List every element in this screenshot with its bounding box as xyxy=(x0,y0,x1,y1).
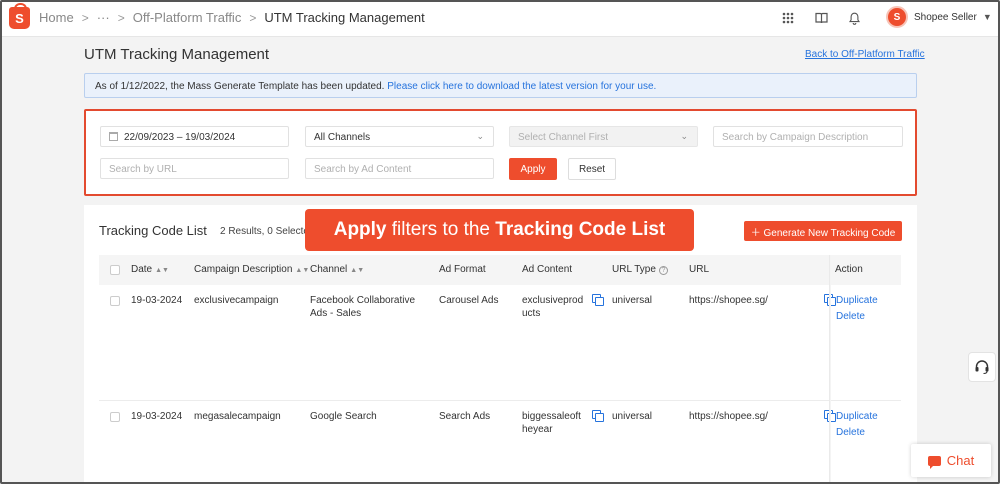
row-campaign: exclusivecampaign xyxy=(194,295,279,306)
breadcrumb-off-platform-traffic[interactable]: Off-Platform Traffic xyxy=(133,10,242,25)
column-channel[interactable]: Channel ▲▼ xyxy=(310,264,364,275)
chevron-right-icon: > xyxy=(249,10,257,25)
duplicate-link[interactable]: Duplicate xyxy=(836,410,878,423)
top-bar: S Home > ··· > Off-Platform Traffic > UT… xyxy=(0,0,1000,37)
row-checkbox[interactable] xyxy=(110,412,120,422)
table-header: Date ▲▼ Campaign Description ▲▼ Channel ▲▼ … xyxy=(99,255,901,285)
row-url: https://shopee.sg/ xyxy=(689,411,768,422)
callout-part-1: Apply xyxy=(333,219,387,240)
instruction-callout: Apply filters to the Tracking Code List xyxy=(305,209,694,251)
url-search-placeholder: Search by URL xyxy=(109,164,177,175)
headset-icon xyxy=(975,360,989,375)
channel-select[interactable]: All Channels ⌄ xyxy=(305,126,494,147)
shopee-logo[interactable]: S xyxy=(9,3,30,29)
download-template-link[interactable]: Please click here to download the latest… xyxy=(387,81,656,92)
column-ad-content: Ad Content xyxy=(522,264,573,275)
campaign-search-placeholder: Search by Campaign Description xyxy=(722,132,869,143)
banner-text: As of 1/12/2022, the Mass Generate Templ… xyxy=(95,81,388,92)
chat-icon xyxy=(927,455,941,469)
seller-avatar: S xyxy=(886,6,908,28)
support-headset-button[interactable] xyxy=(968,352,996,382)
duplicate-link[interactable]: Duplicate xyxy=(836,294,878,307)
row-url-type: universal xyxy=(612,411,653,422)
column-ad-format: Ad Format xyxy=(439,264,486,275)
plus-icon: ＋ xyxy=(750,227,764,239)
page-title: UTM Tracking Management xyxy=(84,46,270,63)
callout-part-3: Tracking Code List xyxy=(495,219,666,240)
tracking-code-list: Tracking Code List 2 Results, 0 Selected… xyxy=(84,205,917,484)
info-banner: As of 1/12/2022, the Mass Generate Templ… xyxy=(84,73,917,98)
row-date: 19-03-2024 xyxy=(131,411,183,422)
reset-button[interactable]: Reset xyxy=(568,158,616,180)
row-checkbox[interactable] xyxy=(110,296,120,306)
list-title: Tracking Code List xyxy=(99,223,207,238)
row-ad-format: Carousel Ads xyxy=(439,295,499,306)
back-to-off-platform-traffic-link[interactable]: Back to Off-Platform Traffic xyxy=(805,49,925,60)
column-url: URL xyxy=(689,264,710,275)
url-search-input[interactable]: Search by URL xyxy=(100,158,289,179)
chevron-down-icon: ▼ xyxy=(982,12,992,22)
row-url: https://shopee.sg/ xyxy=(689,295,768,306)
row-date: 19-03-2024 xyxy=(131,295,183,306)
sort-icon: ▲▼ xyxy=(295,267,310,274)
results-count: 2 Results, 0 Selected xyxy=(220,226,315,237)
apps-grid-icon[interactable] xyxy=(780,10,796,26)
delete-link[interactable]: Delete xyxy=(836,310,865,323)
select-all-checkbox[interactable] xyxy=(110,265,120,275)
sort-icon: ▲▼ xyxy=(155,267,169,274)
row-ad-format: Search Ads xyxy=(439,411,491,422)
channel-detail-select: Select Channel First ⌄ xyxy=(509,126,698,147)
row-campaign: megasalecampaign xyxy=(194,411,281,422)
calendar-icon xyxy=(109,132,118,141)
filter-panel: 22/09/2023 – 19/03/2024 All Channels ⌄ S… xyxy=(84,109,917,196)
copy-icon[interactable] xyxy=(592,410,604,422)
seller-name: Shopee Seller xyxy=(914,11,977,23)
copy-icon[interactable] xyxy=(592,294,604,306)
callout-part-2: filters to the xyxy=(386,219,496,240)
table-row: 19-03-2024 exclusivecampaign Facebook Co… xyxy=(99,285,901,401)
row-url-type: universal xyxy=(612,295,653,306)
chevron-right-icon: > xyxy=(117,10,125,25)
book-icon[interactable] xyxy=(813,10,829,26)
chevron-down-icon: ⌄ xyxy=(476,131,484,141)
delete-link[interactable]: Delete xyxy=(836,426,865,439)
campaign-search-input[interactable]: Search by Campaign Description xyxy=(713,126,903,147)
breadcrumb-home[interactable]: Home xyxy=(39,10,74,25)
channel-select-value: All Channels xyxy=(314,132,371,143)
channel-detail-placeholder: Select Channel First xyxy=(518,132,609,143)
date-range-value: 22/09/2023 – 19/03/2024 xyxy=(124,132,236,143)
row-ad-content: exclusiveproducts xyxy=(522,295,584,319)
table-row: 19-03-2024 megasalecampaign Google Searc… xyxy=(99,401,901,484)
seller-menu[interactable]: S Shopee Seller ▼ xyxy=(886,6,992,28)
chevron-right-icon: > xyxy=(81,10,89,25)
apply-button[interactable]: Apply xyxy=(509,158,557,180)
ad-content-search-input[interactable]: Search by Ad Content xyxy=(305,158,494,179)
breadcrumb-more[interactable]: ··· xyxy=(97,10,110,25)
breadcrumb: Home > ··· > Off-Platform Traffic > UTM … xyxy=(39,10,425,25)
ad-content-search-placeholder: Search by Ad Content xyxy=(314,164,412,175)
chat-label: Chat xyxy=(946,453,975,468)
column-date[interactable]: Date ▲▼ xyxy=(131,264,169,275)
action-column-divider xyxy=(829,255,831,484)
generate-button-label: Generate New Tracking Code xyxy=(763,227,896,239)
bell-icon[interactable] xyxy=(846,10,862,26)
generate-new-tracking-code-button[interactable]: ＋ Generate New Tracking Code xyxy=(744,221,902,241)
help-icon[interactable]: ? xyxy=(658,266,668,275)
row-channel: Google Search xyxy=(310,411,377,422)
column-campaign-description[interactable]: Campaign Description ▲▼ xyxy=(194,264,309,275)
chat-button[interactable]: Chat xyxy=(911,444,991,477)
row-channel: Facebook Collaborative Ads - Sales xyxy=(310,295,416,319)
breadcrumb-current: UTM Tracking Management xyxy=(264,10,425,25)
column-action: Action xyxy=(835,264,863,275)
date-range-picker[interactable]: 22/09/2023 – 19/03/2024 xyxy=(100,126,289,147)
row-ad-content: biggessaleoftheyear xyxy=(522,411,581,435)
column-url-type: URL Type? xyxy=(612,264,668,275)
chevron-down-icon: ⌄ xyxy=(680,131,688,141)
sort-icon: ▲▼ xyxy=(350,267,365,274)
